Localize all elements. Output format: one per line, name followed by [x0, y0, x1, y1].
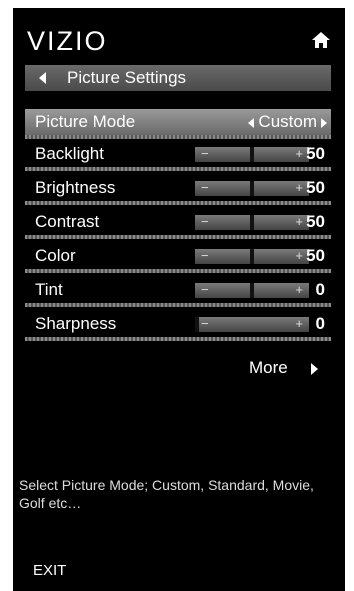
- exit-button[interactable]: EXIT: [33, 562, 66, 579]
- back-arrow-icon[interactable]: [39, 72, 46, 84]
- row-divider: [25, 337, 331, 341]
- plus-icon[interactable]: +: [295, 180, 303, 195]
- backlight-slider[interactable]: − +: [195, 146, 309, 162]
- setting-row-backlight[interactable]: Backlight − + 50: [25, 141, 331, 171]
- setting-value: 50: [306, 246, 325, 265]
- slider-thumb[interactable]: [195, 317, 199, 332]
- setting-value: 0: [315, 314, 325, 333]
- setting-row-sharpness[interactable]: Sharpness − + 0: [25, 311, 331, 341]
- slider-thumb[interactable]: [250, 215, 254, 230]
- sharpness-slider[interactable]: − +: [195, 316, 309, 332]
- tv-menu-screen: VIZIO Picture Settings Picture Mode Cust…: [13, 8, 345, 591]
- plus-icon[interactable]: +: [295, 282, 303, 297]
- contrast-slider[interactable]: − +: [195, 214, 309, 230]
- setting-value: 0: [315, 280, 325, 299]
- chevron-left-icon[interactable]: [248, 117, 255, 128]
- minus-icon[interactable]: −: [201, 282, 209, 297]
- more-button[interactable]: More: [249, 358, 288, 378]
- menu-title: Picture Settings: [67, 68, 187, 87]
- plus-icon[interactable]: +: [295, 146, 303, 161]
- row-divider: [25, 303, 331, 307]
- setting-row-tint[interactable]: Tint − + 0: [25, 277, 331, 307]
- minus-icon[interactable]: −: [201, 180, 209, 195]
- slider-thumb[interactable]: [250, 181, 254, 196]
- plus-icon[interactable]: +: [295, 248, 303, 263]
- minus-icon[interactable]: −: [201, 146, 209, 161]
- row-divider: [25, 235, 331, 239]
- chevron-right-icon[interactable]: [311, 363, 318, 375]
- setting-row-color[interactable]: Color − + 50: [25, 243, 331, 273]
- setting-value: 50: [306, 178, 325, 197]
- brightness-slider[interactable]: − +: [195, 180, 309, 196]
- setting-value: 50: [306, 144, 325, 163]
- picture-mode-value: Custom: [258, 112, 317, 131]
- setting-label: Color: [35, 246, 76, 265]
- picture-mode-selector[interactable]: Custom: [248, 112, 327, 132]
- setting-row-brightness[interactable]: Brightness − + 50: [25, 175, 331, 205]
- setting-label: Sharpness: [35, 314, 117, 333]
- help-description: Select Picture Mode; Custom, Standard, M…: [19, 477, 314, 511]
- row-divider: [25, 269, 331, 273]
- tint-slider[interactable]: − +: [195, 282, 309, 298]
- minus-icon[interactable]: −: [201, 248, 209, 263]
- slider-thumb[interactable]: [250, 249, 254, 264]
- setting-label: Contrast: [35, 212, 100, 231]
- minus-icon[interactable]: −: [201, 214, 209, 229]
- setting-value: 50: [306, 212, 325, 231]
- picture-mode-label: Picture Mode: [35, 112, 136, 131]
- home-icon[interactable]: [311, 30, 331, 50]
- plus-icon[interactable]: +: [295, 316, 303, 331]
- picture-mode-row[interactable]: Picture Mode Custom: [25, 109, 331, 139]
- minus-icon[interactable]: −: [201, 316, 209, 331]
- slider-thumb[interactable]: [250, 283, 254, 298]
- color-slider[interactable]: − +: [195, 248, 309, 264]
- setting-label: Backlight: [35, 144, 104, 163]
- vizio-logo: VIZIO: [27, 26, 108, 56]
- setting-row-contrast[interactable]: Contrast − + 50: [25, 209, 331, 239]
- slider-thumb[interactable]: [250, 147, 254, 162]
- setting-label: Brightness: [35, 178, 116, 197]
- menu-header: Picture Settings: [25, 65, 331, 91]
- setting-label: Tint: [35, 280, 63, 299]
- plus-icon[interactable]: +: [295, 214, 303, 229]
- chevron-right-icon[interactable]: [321, 117, 327, 128]
- row-divider: [25, 135, 331, 139]
- row-divider: [25, 167, 331, 171]
- row-divider: [25, 201, 331, 205]
